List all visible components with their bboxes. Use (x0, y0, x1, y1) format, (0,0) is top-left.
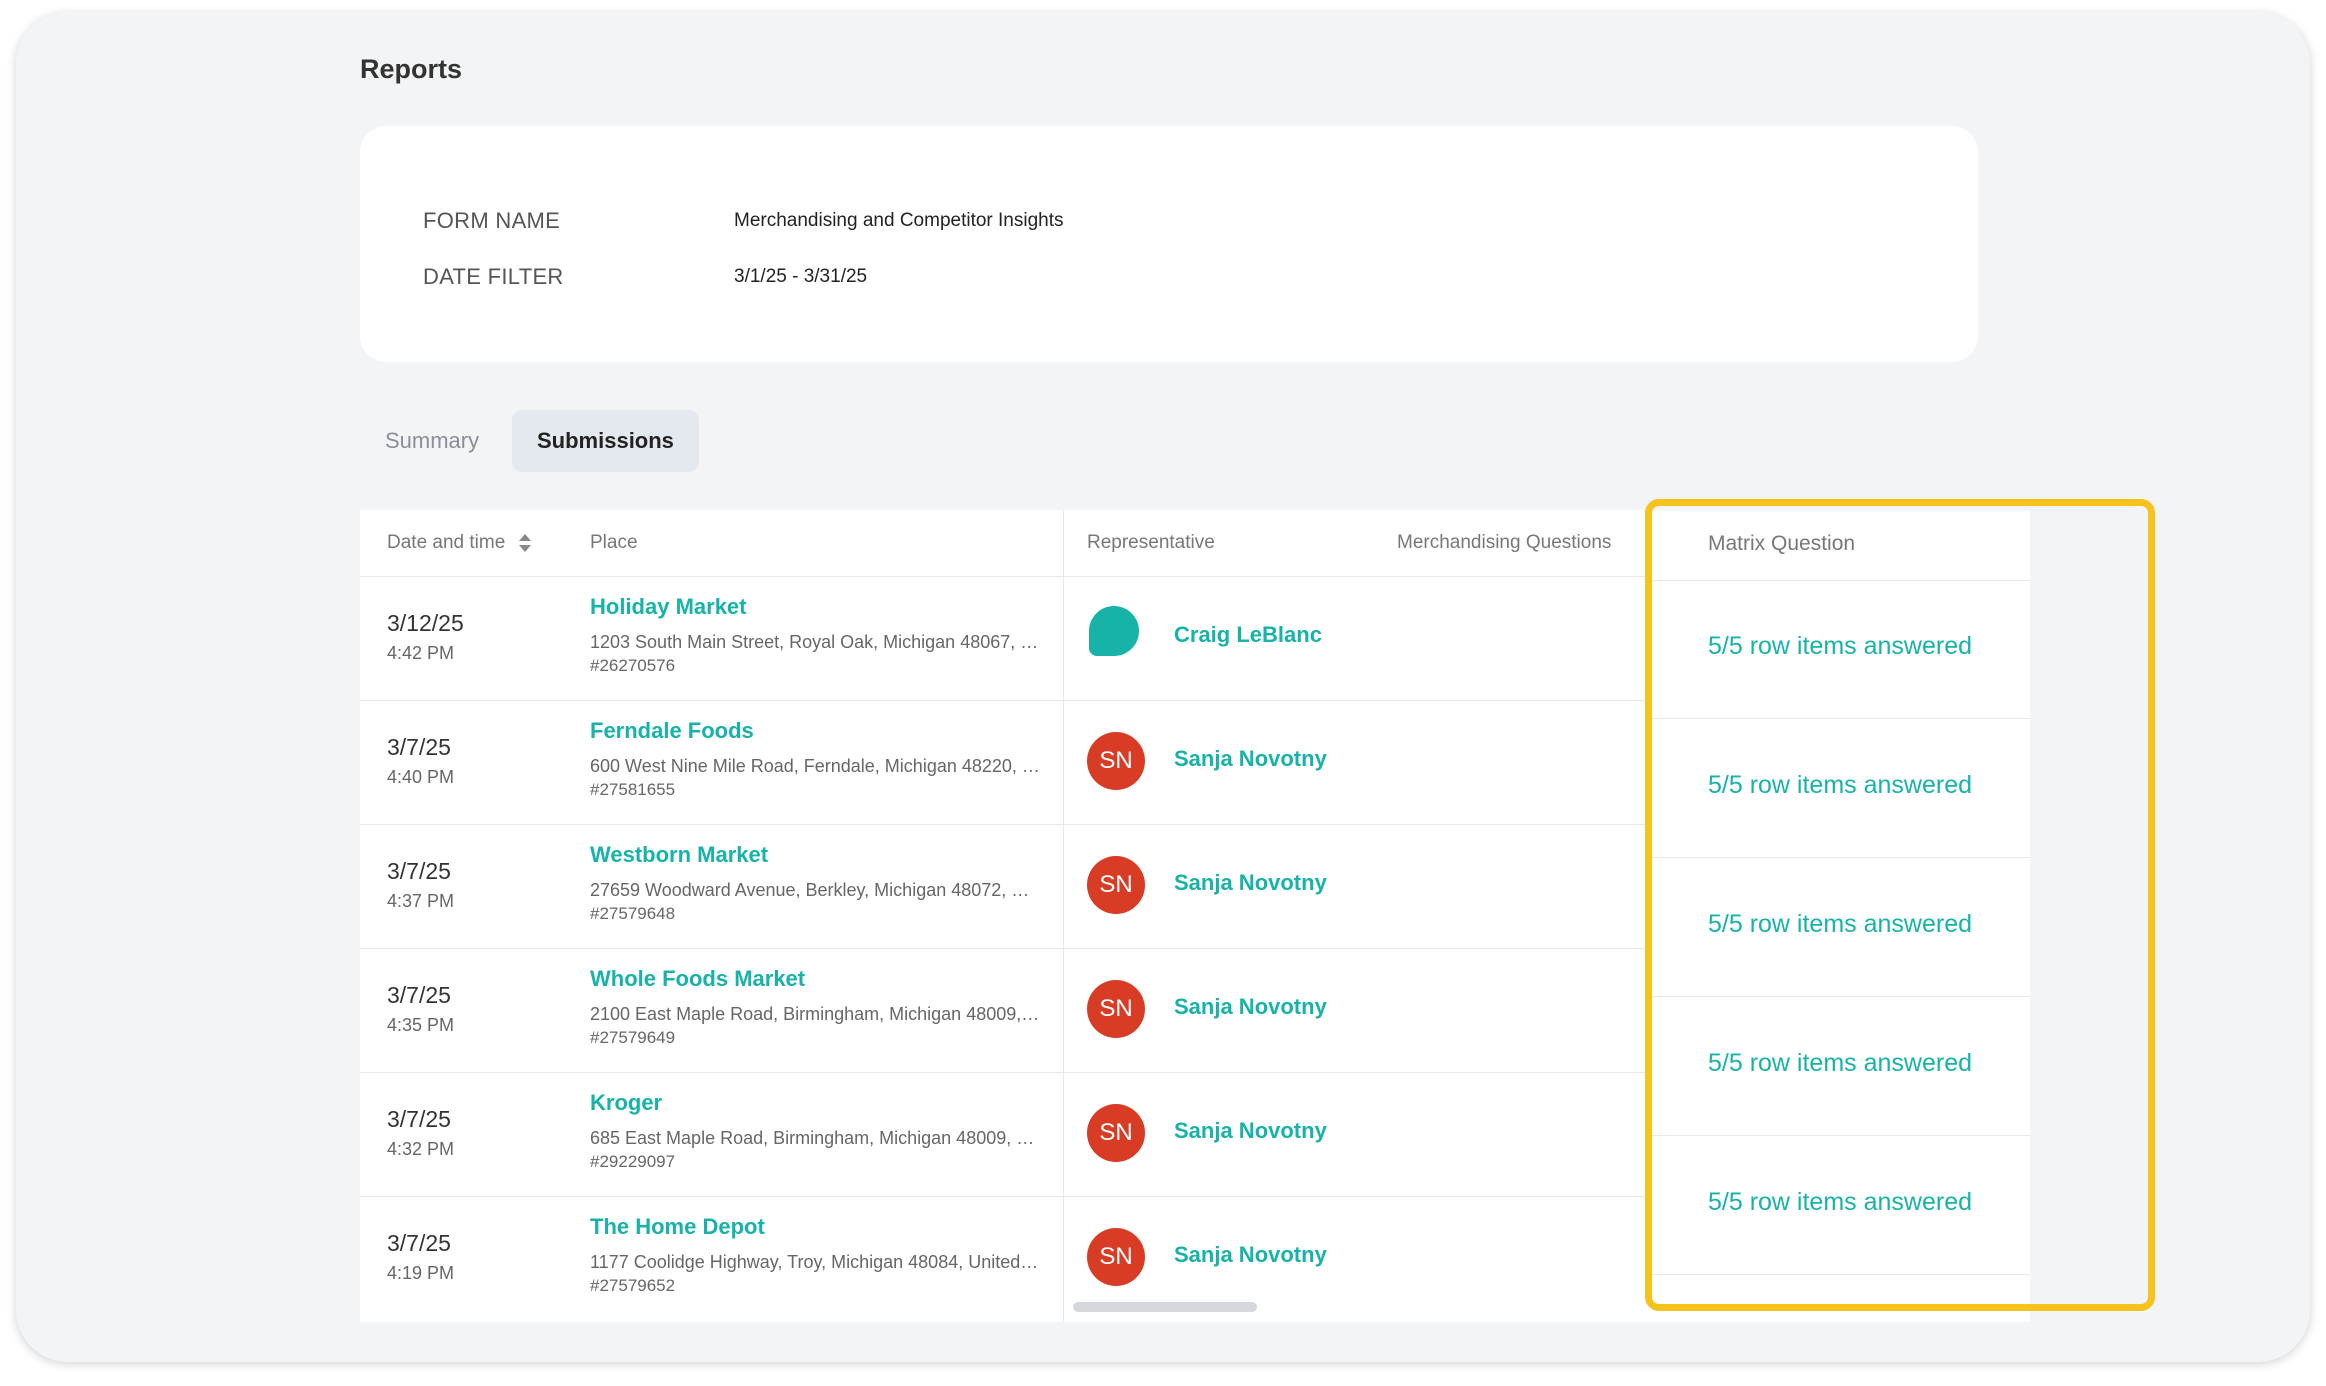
report-info-card: FORM NAME Merchandising and Competitor I… (360, 126, 1978, 362)
place-address: 600 West Nine Mile Road, Ferndale, Michi… (590, 756, 1042, 776)
horizontal-scrollbar[interactable] (1073, 1302, 1257, 1312)
place-address: 27659 Woodward Avenue, Berkley, Michigan… (590, 880, 1042, 900)
table-row[interactable]: 3/7/25 4:37 PM Westborn Market 27659 Woo… (360, 824, 1650, 949)
place-address: 2100 East Maple Road, Birmingham, Michig… (590, 1004, 1042, 1024)
row-date: 3/12/25 (387, 610, 464, 636)
avatar: SN (1087, 980, 1145, 1038)
row-time: 4:32 PM (387, 1139, 455, 1159)
avatar (1089, 606, 1139, 656)
sort-icon[interactable] (518, 532, 532, 554)
place-link[interactable]: The Home Depot (590, 1214, 765, 1240)
representative-link[interactable]: Sanja Novotny (1174, 746, 1327, 772)
place-link[interactable]: Kroger (590, 1090, 662, 1116)
row-date: 3/7/25 (387, 1230, 451, 1256)
place-link[interactable]: Holiday Market (590, 594, 747, 620)
avatar: SN (1087, 732, 1145, 790)
table-row[interactable]: 3/7/25 4:19 PM The Home Depot 1177 Cooli… (360, 1196, 1650, 1320)
header-representative: Representative (1087, 532, 1215, 553)
tab-submissions[interactable]: Submissions (512, 410, 699, 472)
place-id: #27579648 (590, 904, 676, 923)
table-row[interactable]: 3/7/25 4:32 PM Kroger 685 East Maple Roa… (360, 1072, 1650, 1197)
representative-link[interactable]: Craig LeBlanc (1174, 622, 1322, 648)
place-id: #27579649 (590, 1028, 676, 1047)
table-row[interactable]: 3/7/25 4:40 PM Ferndale Foods 600 West N… (360, 700, 1650, 825)
avatar: SN (1087, 856, 1145, 914)
representative-link[interactable]: Sanja Novotny (1174, 870, 1327, 896)
place-id: #26270576 (590, 656, 676, 675)
row-date: 3/7/25 (387, 982, 451, 1008)
representative-link[interactable]: Sanja Novotny (1174, 994, 1327, 1020)
representative-link[interactable]: Sanja Novotny (1174, 1242, 1327, 1268)
place-id: #27581655 (590, 780, 676, 799)
header-place: Place (590, 532, 638, 553)
row-time: 4:40 PM (387, 767, 455, 787)
avatar: SN (1087, 1228, 1145, 1286)
table-row[interactable]: 3/7/25 4:35 PM Whole Foods Market 2100 E… (360, 948, 1650, 1073)
date-filter-label: DATE FILTER (423, 264, 564, 289)
row-time: 4:37 PM (387, 891, 455, 911)
page-title: Reports (360, 54, 463, 84)
place-link[interactable]: Westborn Market (590, 842, 768, 868)
place-link[interactable]: Whole Foods Market (590, 966, 805, 992)
place-id: #29229097 (590, 1152, 676, 1171)
place-address: 685 East Maple Road, Birmingham, Michiga… (590, 1128, 1042, 1148)
row-time: 4:42 PM (387, 643, 455, 663)
date-filter-value: 3/1/25 - 3/31/25 (734, 266, 868, 287)
highlight-box (1645, 499, 2155, 1311)
form-name-value: Merchandising and Competitor Insights (734, 210, 1064, 231)
place-id: #27579652 (590, 1276, 676, 1295)
representative-link[interactable]: Sanja Novotny (1174, 1118, 1327, 1144)
row-date: 3/7/25 (387, 734, 451, 760)
place-link[interactable]: Ferndale Foods (590, 718, 754, 744)
place-address: 1177 Coolidge Highway, Troy, Michigan 48… (590, 1252, 1042, 1272)
row-time: 4:19 PM (387, 1263, 455, 1283)
header-date[interactable]: Date and time (387, 510, 505, 576)
row-date: 3/7/25 (387, 1106, 451, 1132)
header-merchandising-questions: Merchandising Questions (1397, 532, 1612, 553)
tab-summary[interactable]: Summary (360, 410, 504, 472)
row-time: 4:35 PM (387, 1015, 455, 1035)
table-row[interactable]: 3/12/25 4:42 PM Holiday Market 1203 Sout… (360, 576, 1650, 701)
place-address: 1203 South Main Street, Royal Oak, Michi… (590, 632, 1042, 652)
form-name-label: FORM NAME (423, 208, 561, 233)
row-date: 3/7/25 (387, 858, 451, 884)
avatar: SN (1087, 1104, 1145, 1162)
